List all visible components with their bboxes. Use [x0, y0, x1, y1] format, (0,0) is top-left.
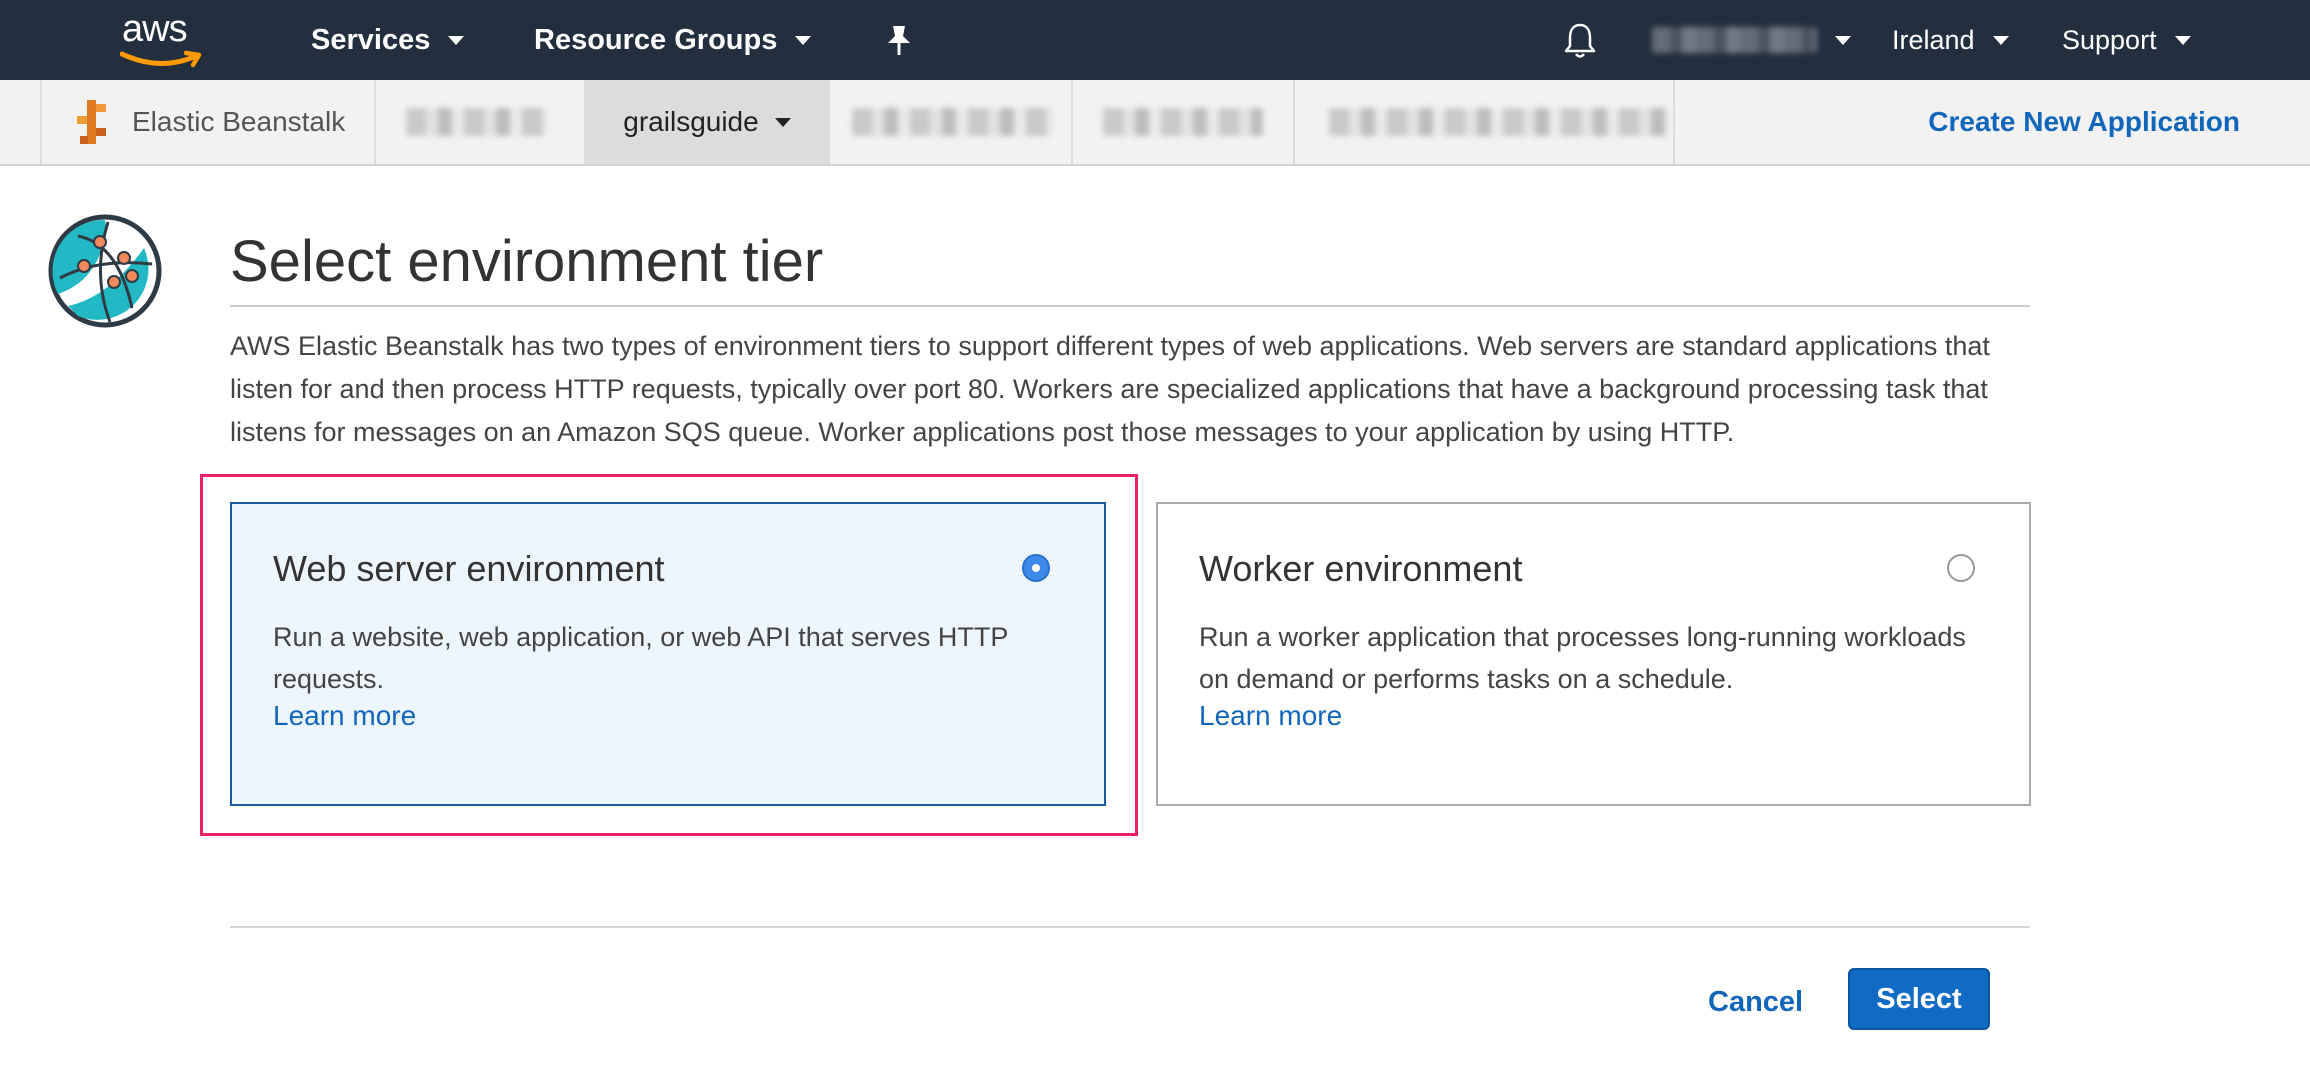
services-label: Services [311, 23, 431, 56]
cancel-button[interactable]: Cancel [1708, 980, 1803, 1024]
support-label: Support [2062, 24, 2157, 55]
pin-icon[interactable] [884, 0, 914, 80]
resource-groups-menu[interactable]: Resource Groups [534, 0, 812, 80]
learn-more-link[interactable]: Learn more [273, 700, 416, 732]
redacted-breadcrumb [852, 108, 1052, 136]
breadcrumb-item-redacted[interactable] [376, 80, 586, 164]
create-new-application-link[interactable]: Create New Application [1928, 80, 2240, 164]
aws-logo-text: aws [122, 8, 188, 50]
services-menu[interactable]: Services [311, 0, 465, 80]
application-name: grailsguide [623, 106, 759, 137]
footer-divider [230, 926, 2030, 928]
title-divider [230, 305, 2030, 307]
redacted-account-name [1652, 27, 1817, 53]
chevron-down-icon [795, 35, 812, 45]
breadcrumb-item-redacted[interactable] [830, 80, 1073, 164]
redacted-breadcrumb [1103, 108, 1263, 136]
application-selector[interactable]: grailsguide [586, 80, 830, 164]
service-name: Elastic Beanstalk [132, 106, 346, 137]
chevron-down-icon [1835, 35, 1851, 45]
chevron-down-icon [448, 35, 465, 45]
top-navigation-bar: aws Services Resource Groups Ireland Sup… [0, 0, 2310, 80]
region-menu[interactable]: Ireland [1892, 0, 2009, 80]
redacted-breadcrumb [406, 108, 546, 136]
tier-description: Run a worker application that processes … [1199, 622, 1966, 694]
service-home-link[interactable]: Elastic Beanstalk [40, 80, 376, 164]
tier-title: Worker environment [1199, 548, 1523, 589]
breadcrumb-item-redacted[interactable] [1295, 80, 1675, 164]
support-menu[interactable]: Support [2062, 0, 2191, 80]
redacted-breadcrumb [1329, 108, 1669, 136]
resource-groups-label: Resource Groups [534, 23, 778, 56]
learn-more-link[interactable]: Learn more [1199, 700, 1342, 732]
page-title: Select environment tier [230, 229, 824, 294]
chevron-down-icon [1992, 35, 2009, 45]
page-description: AWS Elastic Beanstalk has two types of e… [230, 331, 1990, 447]
beanstalk-icon [77, 100, 106, 144]
web-server-radio[interactable] [1022, 554, 1050, 582]
worker-environment-card[interactable]: Worker environment Run a worker applicat… [1156, 502, 2031, 806]
aws-logo[interactable]: aws [120, 8, 204, 68]
tier-title: Web server environment [273, 548, 665, 589]
aws-smile-icon [120, 50, 202, 68]
breadcrumb-item-redacted[interactable] [1073, 80, 1295, 164]
region-label: Ireland [1892, 24, 1975, 55]
account-menu[interactable] [1652, 0, 1851, 80]
select-button[interactable]: Select [1848, 968, 1990, 1030]
bell-icon[interactable] [1563, 0, 1597, 80]
web-server-environment-card[interactable]: Web server environment Run a website, we… [230, 502, 1106, 806]
worker-radio[interactable] [1947, 554, 1975, 582]
tier-description: Run a website, web application, or web A… [273, 622, 1008, 694]
chevron-down-icon [2174, 35, 2191, 45]
globe-network-icon [48, 214, 162, 328]
chevron-down-icon [774, 117, 791, 127]
